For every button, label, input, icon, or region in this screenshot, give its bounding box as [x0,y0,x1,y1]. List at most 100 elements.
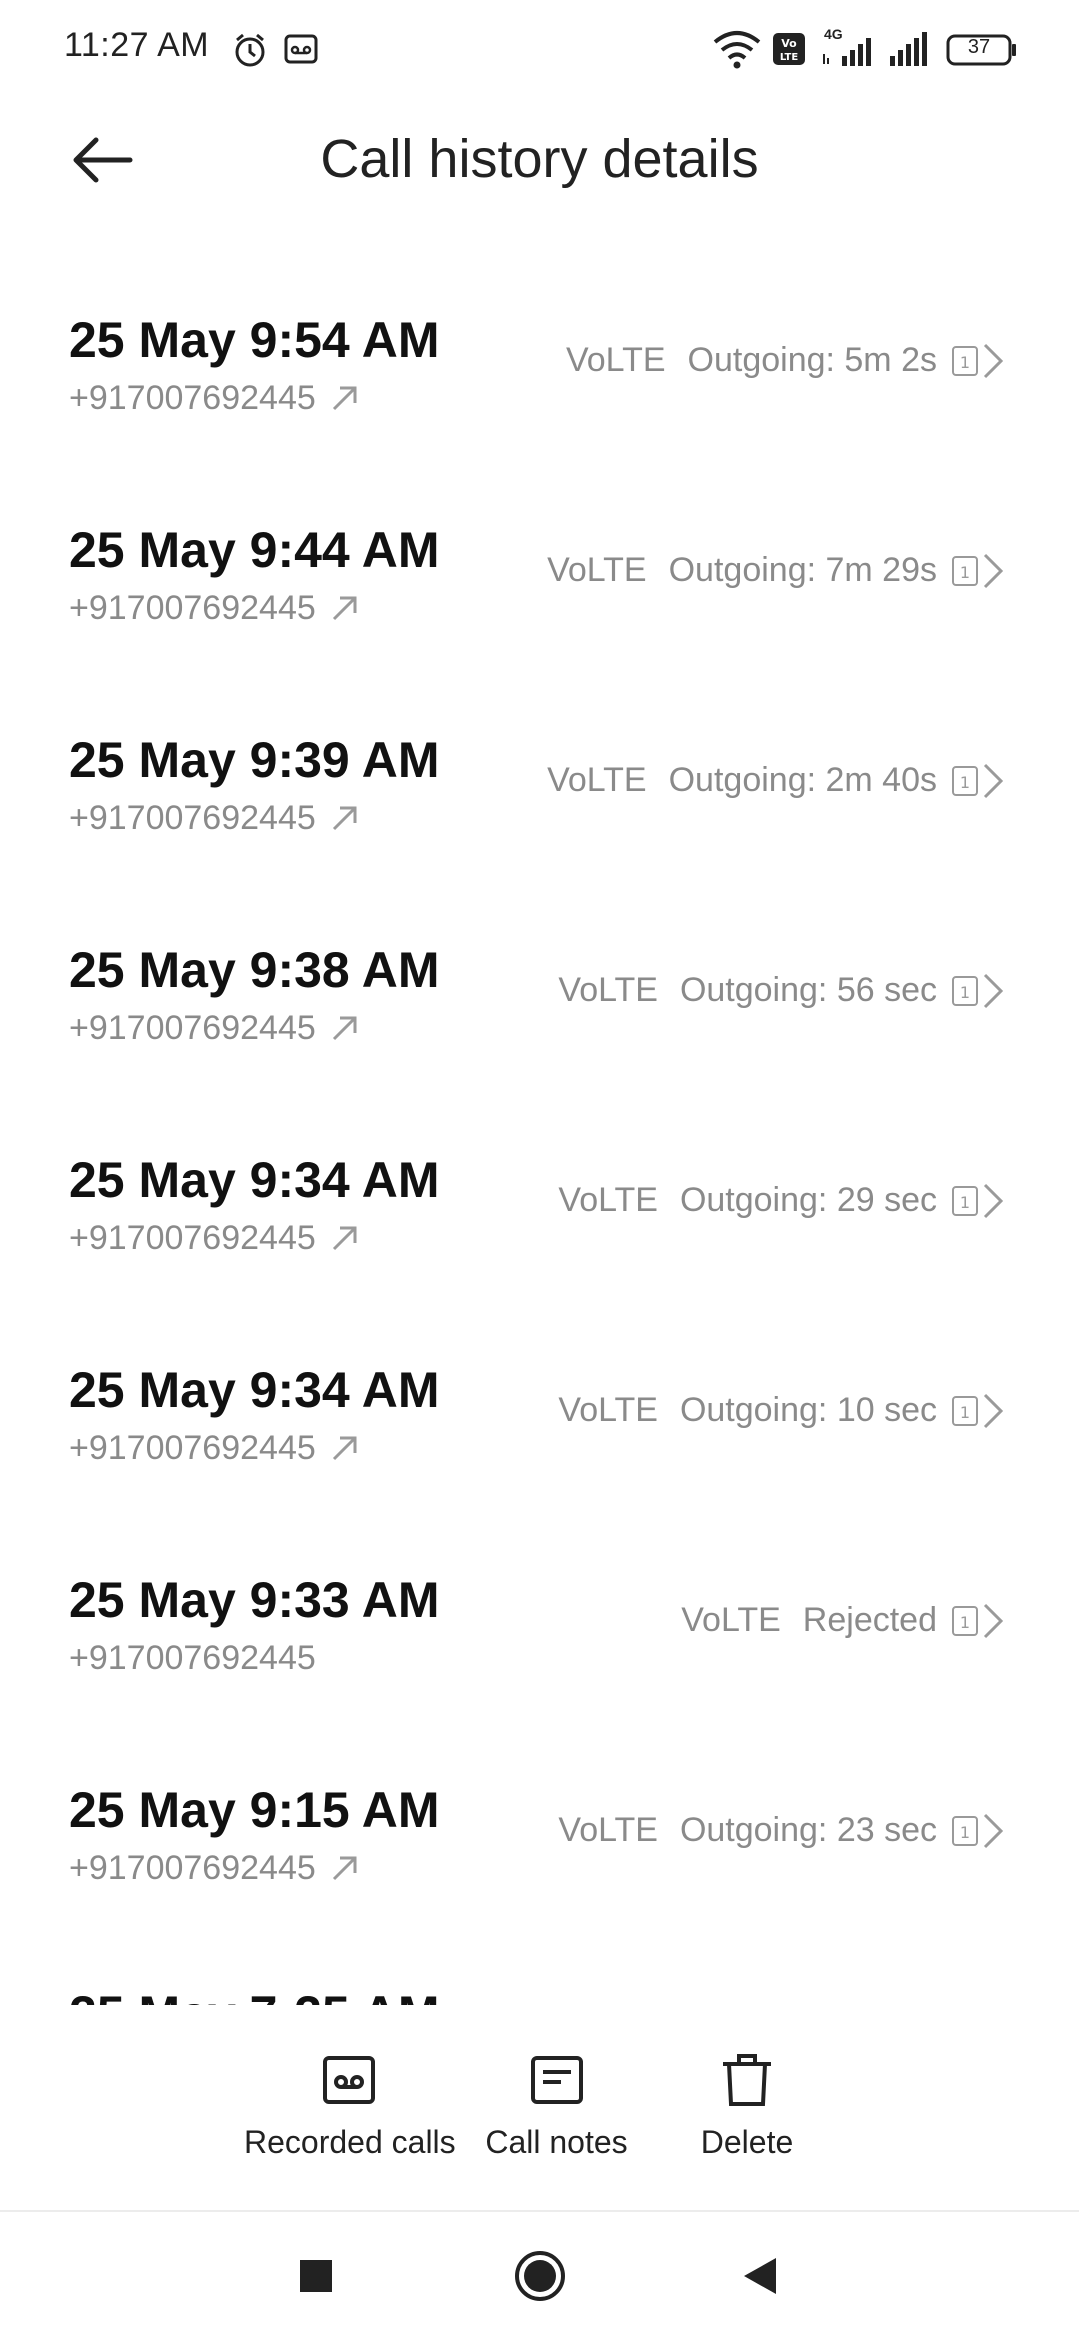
svg-text:1: 1 [960,353,970,372]
svg-text:1: 1 [960,983,970,1002]
call-number: +917007692445 [69,379,360,418]
call-date: 25 May 9:38 AM [69,942,440,998]
sim1-chevron-icon: 1 [952,1813,1004,1849]
page-title: Call history details [320,129,759,189]
call-row[interactable]: 25 May 9:34 AM +917007692445 VoLTE Outgoi… [0,1305,1079,1505]
call-status: Outgoing: 2m 40s [668,761,937,799]
call-meta: VoLTE Outgoing: 56 sec [558,971,937,1010]
call-number-text: +917007692445 [69,1429,316,1467]
recorded-calls-icon [323,2056,375,2104]
network-label: VoLTE [558,1391,658,1429]
outgoing-arrow-icon [332,806,357,831]
call-number: +917007692445 [69,1219,360,1258]
call-number-text: +917007692445 [69,1639,316,1677]
network-label: VoLTE [558,1811,658,1849]
call-number: +917007692445 [69,799,360,838]
call-meta: VoLTE Outgoing: 29 sec [558,1181,937,1220]
call-notes-label: Call notes [485,2124,628,2160]
network-label: VoLTE [681,1601,781,1639]
status-time: 11:27 AM [64,26,210,64]
call-number-text: +917007692445 [69,589,316,627]
call-date: 25 May 9:15 AM [69,1782,440,1838]
sim1-chevron-icon: 1 [952,1393,1004,1429]
voicemail-icon [284,34,318,64]
svg-text:1: 1 [960,1193,970,1212]
recorded-calls-button[interactable]: Recorded calls [244,2050,456,2161]
partial-call-row[interactable]: 25 May 7:25 AM [69,1993,440,2005]
call-number-text: +917007692445 [69,799,316,837]
delete-label: Delete [700,2124,794,2160]
call-row[interactable]: 25 May 9:15 AM +917007692445 VoLTE Outgoi… [0,1725,1079,1925]
call-number: +917007692445 [69,1639,316,1678]
sim1-chevron-icon: 1 [952,1183,1004,1219]
battery-icon: 37 [946,34,1016,66]
outgoing-arrow-icon [332,596,357,621]
call-meta: VoLTE Outgoing: 23 sec [558,1811,937,1850]
svg-text:1: 1 [960,563,970,582]
network-label: VoLTE [547,551,647,589]
navigation-bar [0,2212,1079,2340]
call-meta: VoLTE Outgoing: 10 sec [558,1391,937,1430]
network-label: VoLTE [558,1181,658,1219]
call-status: Rejected [802,1601,937,1639]
network-label: VoLTE [547,761,647,799]
alarm-icon [235,33,265,67]
outgoing-arrow-icon [332,386,357,411]
trash-icon [723,2054,771,2106]
call-row[interactable]: 25 May 9:44 AM +917007692445 VoLTE Outgoi… [0,465,1079,665]
call-status: Outgoing: 7m 29s [668,551,937,589]
call-date: 25 May 9:34 AM [69,1152,440,1208]
square-icon[interactable] [296,2252,336,2300]
delete-button[interactable]: Delete [690,2050,804,2161]
call-number: +917007692445 [69,1429,360,1468]
signal-icon [823,38,871,66]
header: Call history details [0,100,1079,220]
circle-icon[interactable] [512,2248,568,2304]
call-status: Outgoing: 23 sec [679,1811,937,1849]
call-meta: VoLTE Rejected [681,1601,937,1640]
call-date: 25 May 9:34 AM [69,1362,440,1418]
call-number: +917007692445 [69,589,360,628]
sim1-chevron-icon: 1 [952,553,1004,589]
partial-call-date: 25 May 7:25 AM [69,1993,440,2005]
status-bar: 11:27 AM Vo LTE 4G 37 [0,0,1079,100]
call-meta: VoLTE Outgoing: 2m 40s [547,761,937,800]
network-label: VoLTE [558,971,658,1009]
svg-text:1: 1 [960,1403,970,1422]
call-row[interactable]: 25 May 9:38 AM +917007692445 VoLTE Outgoi… [0,885,1079,1085]
call-number: +917007692445 [69,1009,360,1048]
call-row[interactable]: 25 May 9:34 AM +917007692445 VoLTE Outgoi… [0,1095,1079,1295]
svg-text:1: 1 [960,1613,970,1632]
call-date: 25 May 9:39 AM [69,732,440,788]
call-date: 25 May 9:44 AM [69,522,440,578]
call-row[interactable]: 25 May 9:54 AM +917007692445 VoLTE Outgoi… [0,255,1079,455]
outgoing-arrow-icon [332,1016,357,1041]
sim1-chevron-icon: 1 [952,973,1004,1009]
outgoing-arrow-icon [332,1436,357,1461]
triangle-back-icon[interactable] [740,2252,780,2300]
call-number-text: +917007692445 [69,1009,316,1047]
call-date: 25 May 9:33 AM [69,1572,440,1628]
volte-icon: Vo LTE [773,33,805,65]
call-notes-icon [530,2056,583,2104]
call-row[interactable]: 25 May 9:33 AM +917007692445 VoLTE Reject… [0,1515,1079,1715]
recorded-calls-label: Recorded calls [244,2124,456,2160]
outgoing-arrow-icon [332,1226,357,1251]
call-history-list[interactable]: 25 May 9:54 AM +917007692445 VoLTE Outgoi… [0,255,1079,2005]
signal-icon-2 [890,32,927,66]
call-number-text: +917007692445 [69,1219,316,1257]
call-number-text: +917007692445 [69,379,316,417]
call-meta: VoLTE Outgoing: 7m 29s [547,551,937,590]
call-row[interactable]: 25 May 9:39 AM +917007692445 VoLTE Outgoi… [0,675,1079,875]
svg-text:LTE: LTE [780,52,799,63]
call-status: Outgoing: 5m 2s [687,341,937,379]
svg-text:Vo: Vo [781,37,797,50]
call-notes-button[interactable]: Call notes [484,2050,629,2161]
bottom-action-bar: Recorded calls Call notes Delete [0,2020,1079,2210]
call-meta: VoLTE Outgoing: 5m 2s [566,341,937,380]
battery-level: 37 [967,36,991,58]
call-status: Outgoing: 10 sec [679,1391,937,1429]
call-status: Outgoing: 56 sec [679,971,937,1009]
call-number: +917007692445 [69,1849,360,1888]
svg-text:1: 1 [960,773,970,792]
